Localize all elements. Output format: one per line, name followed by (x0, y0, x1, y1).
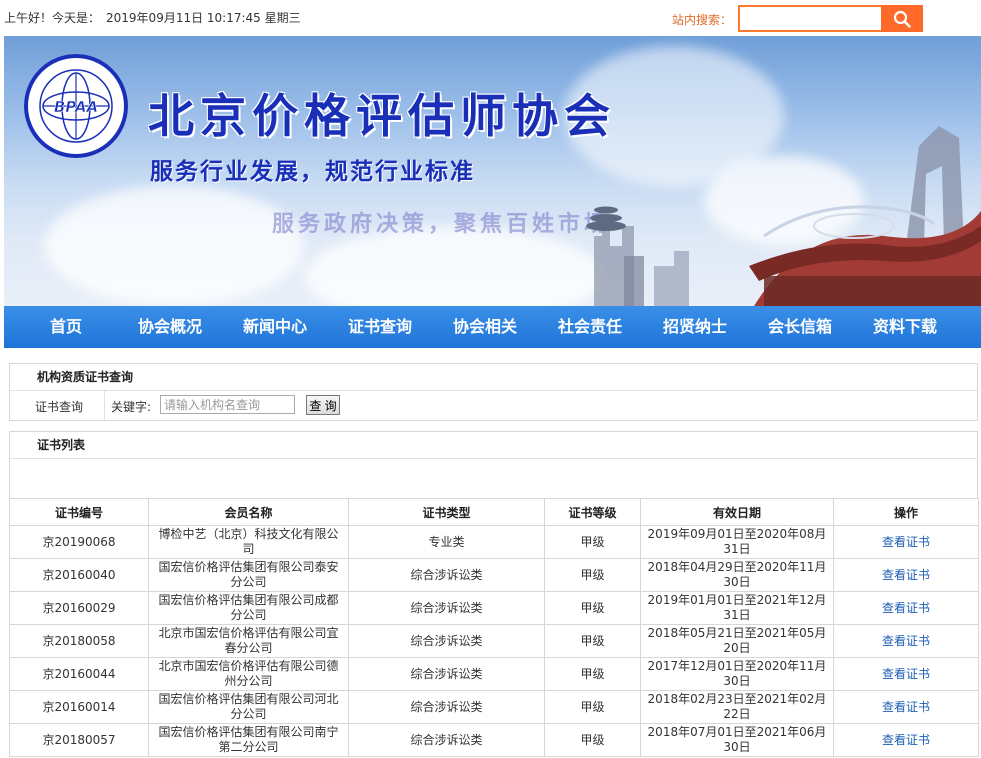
table-row: 京20180058 北京市国宏信价格评估有限公司宜春分公司 综合涉诉讼类 甲级 … (9, 624, 979, 658)
table-row: 京20160044 北京市国宏信价格评估有限公司德州分公司 综合涉诉讼类 甲级 … (9, 657, 979, 691)
column-header: 证书编号 (9, 498, 149, 526)
member-name: 国宏信价格评估集团有限公司成都分公司 (148, 591, 349, 625)
nav-item-downloads[interactable]: 资料下载 (873, 306, 937, 348)
cert-number: 京20160029 (9, 591, 149, 625)
cert-level: 甲级 (544, 723, 641, 757)
valid-period: 2019年01月01日至2021年12月31日 (640, 591, 834, 625)
valid-period: 2018年05月21日至2021年05月20日 (640, 624, 834, 658)
slogan-primary: 服务行业发展，规范行业标准 (150, 159, 475, 185)
cert-type: 综合涉诉讼类 (348, 723, 545, 757)
view-certificate-link[interactable]: 查看证书 (882, 601, 930, 615)
member-name: 国宏信价格评估集团有限公司河北分公司 (148, 690, 349, 724)
view-certificate-link[interactable]: 查看证书 (882, 535, 930, 549)
query-button[interactable]: 查 询 (306, 395, 340, 415)
greeting: 上午好！今天是： 2019年09月11日 10:17:45 星期三 (4, 9, 307, 26)
certificate-query-panel: 机构资质证书查询 证书查询 关键字: 查 询 (9, 363, 978, 421)
search-icon (893, 10, 911, 28)
list-panel-title: 证书列表 (10, 432, 977, 459)
table-row: 京20160029 国宏信价格评估集团有限公司成都分公司 综合涉诉讼类 甲级 2… (9, 591, 979, 625)
cert-number: 京20180058 (9, 624, 149, 658)
nav-item-recruitment[interactable]: 招贤纳士 (663, 306, 727, 348)
member-name: 国宏信价格评估集团有限公司南宁第二分公司 (148, 723, 349, 757)
valid-period: 2019年09月01日至2020年08月31日 (640, 525, 834, 559)
query-row-label: 证书查询 (35, 400, 84, 414)
certificate-list-panel: 证书列表 (9, 431, 978, 499)
cert-level: 甲级 (544, 624, 641, 658)
cert-level: 甲级 (544, 525, 641, 559)
nav-item-certificate-query[interactable]: 证书查询 (348, 306, 412, 348)
view-certificate-link[interactable]: 查看证书 (882, 733, 930, 747)
column-header: 证书类型 (348, 498, 545, 526)
nav-item-social-responsibility[interactable]: 社会责任 (558, 306, 622, 348)
header-banner: BPAA 北京价格评估师协会 服务行业发展，规范行业标准 服务政府决策，聚焦百姓… (4, 36, 981, 306)
nav-item-about[interactable]: 协会概况 (138, 306, 202, 348)
view-certificate-link[interactable]: 查看证书 (882, 667, 930, 681)
nav-item-association[interactable]: 协会相关 (453, 306, 517, 348)
member-name: 国宏信价格评估集团有限公司泰安分公司 (148, 558, 349, 592)
cert-type: 专业类 (348, 525, 545, 559)
keyword-label: 关键字: (111, 400, 152, 414)
search-button[interactable] (881, 5, 923, 32)
site-title: 北京价格评估师协会 (148, 89, 616, 143)
cert-level: 甲级 (544, 558, 641, 592)
table-header-row: 证书编号 会员名称 证书类型 证书等级 有效日期 操作 (9, 498, 979, 526)
table-row: 京20160014 国宏信价格评估集团有限公司河北分公司 综合涉诉讼类 甲级 2… (9, 690, 979, 724)
nav-item-president-mailbox[interactable]: 会长信箱 (768, 306, 832, 348)
nav-item-news[interactable]: 新闻中心 (243, 306, 307, 348)
view-certificate-link[interactable]: 查看证书 (882, 700, 930, 714)
cert-type: 综合涉诉讼类 (348, 690, 545, 724)
valid-period: 2018年04月29日至2020年11月30日 (640, 558, 834, 592)
cert-type: 综合涉诉讼类 (348, 558, 545, 592)
cert-number: 京20180057 (9, 723, 149, 757)
svg-text:BPAA: BPAA (54, 98, 98, 116)
column-header: 证书等级 (544, 498, 641, 526)
main-nav: 首页 协会概况 新闻中心 证书查询 协会相关 社会责任 招贤纳士 会长信箱 资料… (4, 306, 981, 348)
view-certificate-link[interactable]: 查看证书 (882, 634, 930, 648)
cert-type: 综合涉诉讼类 (348, 624, 545, 658)
nav-item-home[interactable]: 首页 (50, 306, 82, 348)
cert-type: 综合涉诉讼类 (348, 591, 545, 625)
cert-level: 甲级 (544, 591, 641, 625)
cert-number: 京20190068 (9, 525, 149, 559)
member-name: 博检中艺（北京）科技文化有限公司 (148, 525, 349, 559)
cert-number: 京20160040 (9, 558, 149, 592)
slogan-secondary: 服务政府决策，聚焦百姓市场 (272, 212, 611, 237)
cert-number: 京20160014 (9, 690, 149, 724)
cert-level: 甲级 (544, 690, 641, 724)
divider (104, 391, 105, 420)
city-skyline-illustration (586, 126, 981, 306)
current-datetime: 2019年09月11日 10:17:45 星期三 (106, 11, 301, 25)
valid-period: 2018年02月23日至2021年02月22日 (640, 690, 834, 724)
valid-period: 2017年12月01日至2020年11月30日 (640, 657, 834, 691)
query-row: 证书查询 关键字: 查 询 (10, 391, 977, 420)
bpaa-logo: BPAA (24, 54, 128, 158)
member-name: 北京市国宏信价格评估有限公司宜春分公司 (148, 624, 349, 658)
table-row: 京20180057 国宏信价格评估集团有限公司南宁第二分公司 综合涉诉讼类 甲级… (9, 723, 979, 757)
cert-level: 甲级 (544, 657, 641, 691)
column-header: 操作 (833, 498, 979, 526)
search-label: 站内搜索： (672, 13, 733, 27)
view-certificate-link[interactable]: 查看证书 (882, 568, 930, 582)
query-panel-title: 机构资质证书查询 (10, 364, 977, 391)
cloud-decoration (304, 226, 604, 306)
column-header: 有效日期 (640, 498, 834, 526)
top-bar: 上午好！今天是： 2019年09月11日 10:17:45 星期三 站内搜索： (0, 0, 981, 36)
keyword-input[interactable] (160, 395, 295, 414)
certificate-table: 证书编号 会员名称 证书类型 证书等级 有效日期 操作 京20190068 博检… (9, 498, 979, 757)
cert-number: 京20160044 (9, 657, 149, 691)
cloud-decoration (44, 186, 304, 306)
table-row: 京20160040 国宏信价格评估集团有限公司泰安分公司 综合涉诉讼类 甲级 2… (9, 558, 979, 592)
table-row: 京20190068 博检中艺（北京）科技文化有限公司 专业类 甲级 2019年0… (9, 525, 979, 559)
cert-type: 综合涉诉讼类 (348, 657, 545, 691)
greeting-text: 上午好！今天是： (4, 11, 101, 25)
site-search-input[interactable] (738, 5, 882, 32)
member-name: 北京市国宏信价格评估有限公司德州分公司 (148, 657, 349, 691)
valid-period: 2018年07月01日至2021年06月30日 (640, 723, 834, 757)
column-header: 会员名称 (148, 498, 349, 526)
